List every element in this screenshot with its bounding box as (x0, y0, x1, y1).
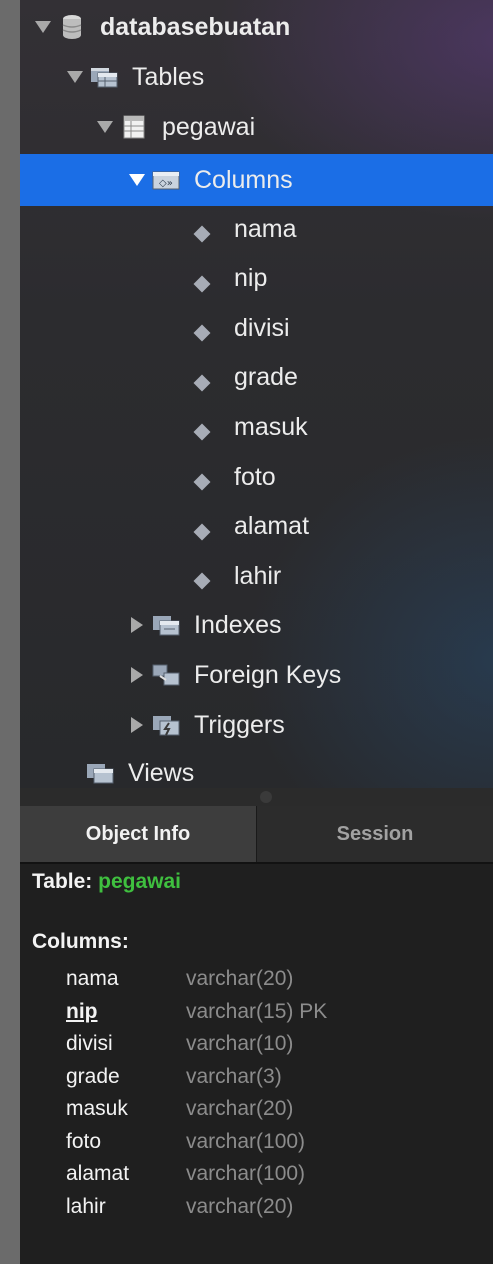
info-column-name: masuk (66, 1097, 128, 1120)
tree-item-views[interactable]: Views (20, 748, 493, 788)
indexes-icon (152, 612, 180, 638)
tree-item-column[interactable]: alamat (20, 502, 493, 552)
table-prefix: Table: (32, 870, 93, 893)
column-name: nama (234, 214, 297, 243)
database-name: databasebuatan (100, 12, 291, 41)
expand-arrow-icon[interactable] (64, 68, 86, 86)
info-column-name: grade (66, 1064, 120, 1088)
object-info-panel: Table: pegawai Columns: nama varchar(20) n… (20, 864, 493, 1264)
tree-item-column[interactable]: nip (20, 254, 493, 304)
info-column-name: nip (66, 999, 98, 1023)
tree-item-column[interactable]: nama (20, 204, 493, 254)
tree-item-triggers[interactable]: Triggers (20, 700, 493, 750)
column-diamond-icon (193, 423, 211, 441)
expand-arrow-icon[interactable] (126, 716, 148, 734)
column-name: lahir (234, 561, 282, 590)
table-name-value: pegawai (98, 870, 182, 893)
tree-item-column[interactable]: divisi (20, 303, 493, 353)
info-column-row: lahir varchar(20) (66, 1192, 293, 1222)
info-column-type: varchar(3) (186, 1064, 282, 1088)
info-column-type: varchar(20) (186, 967, 294, 990)
tree-item-column[interactable]: grade (20, 353, 493, 403)
expand-arrow-icon[interactable] (126, 616, 148, 634)
foreign-keys-label: Foreign Keys (194, 660, 342, 689)
column-name: foto (234, 462, 276, 491)
info-column-row: divisi varchar(10) (66, 1029, 293, 1059)
tree-item-columns[interactable]: ◇» Columns (20, 154, 493, 206)
tree-item-column[interactable]: foto (20, 452, 493, 502)
column-diamond-icon (193, 324, 211, 342)
columns-label: Columns (194, 165, 293, 194)
info-column-row: grade varchar(3) (66, 1062, 282, 1092)
tab-object-info[interactable]: Object Info (20, 806, 257, 862)
info-column-row: alamat varchar(100) (66, 1159, 305, 1189)
tree-item-column[interactable]: lahir (20, 551, 493, 601)
svg-text:◇»: ◇» (159, 178, 173, 189)
tree-item-table-pegawai[interactable]: pegawai (20, 102, 493, 152)
column-diamond-icon (193, 374, 211, 392)
info-column-type: varchar(100) (186, 1162, 306, 1185)
triggers-icon (152, 712, 180, 738)
tab-session[interactable]: Session (257, 806, 493, 862)
tables-label: Tables (132, 62, 205, 91)
column-diamond-icon (193, 473, 211, 491)
columns-folder-icon: ◇» (152, 167, 180, 193)
info-tabs: Object Info Session (20, 806, 493, 864)
column-name: divisi (234, 313, 290, 342)
info-column-row: nip varchar(15) PK (66, 997, 327, 1027)
info-column-name: divisi (66, 1032, 113, 1055)
info-column-name: lahir (66, 1194, 106, 1218)
column-name: alamat (234, 512, 310, 541)
info-column-type: varchar(20) (186, 1097, 294, 1120)
database-icon (58, 14, 86, 40)
expand-arrow-icon[interactable] (94, 118, 116, 136)
tables-folder-icon (90, 64, 118, 90)
column-name: grade (234, 363, 298, 392)
table-name: pegawai (162, 112, 256, 141)
splitter-handle[interactable] (260, 791, 272, 803)
info-column-name: alamat (66, 1162, 130, 1185)
column-diamond-icon (193, 523, 211, 541)
info-column-row: masuk varchar(20) (66, 1094, 293, 1124)
views-folder-icon (86, 760, 114, 786)
navigator-panel: databasebuatan Tables pegawai ◇» Columns… (20, 0, 493, 1264)
info-column-row: foto varchar(100) (66, 1127, 305, 1157)
expand-arrow-icon[interactable] (126, 171, 148, 189)
info-column-name: nama (66, 967, 119, 990)
info-column-type: varchar(10) (186, 1032, 294, 1055)
info-column-type: varchar(20) (186, 1194, 294, 1218)
column-diamond-icon (193, 225, 211, 243)
info-column-name: foto (66, 1129, 102, 1153)
table-info-line: Table: pegawai (32, 870, 181, 894)
columns-heading: Columns: (32, 930, 129, 953)
expand-arrow-icon[interactable] (32, 18, 54, 36)
tree-item-indexes[interactable]: Indexes (20, 600, 493, 650)
indexes-label: Indexes (194, 610, 282, 639)
table-icon (120, 114, 148, 140)
tree-item-database[interactable]: databasebuatan (20, 2, 493, 52)
tree-item-foreign-keys[interactable]: Foreign Keys (20, 650, 493, 700)
schema-tree[interactable]: databasebuatan Tables pegawai ◇» Columns… (20, 0, 493, 788)
info-column-type: varchar(15) PK (186, 999, 328, 1023)
column-diamond-icon (193, 572, 211, 590)
tree-item-column[interactable]: masuk (20, 402, 493, 452)
column-diamond-icon (193, 275, 211, 293)
panel-splitter[interactable] (20, 788, 493, 806)
views-label: Views (128, 758, 195, 787)
column-name: masuk (234, 412, 308, 441)
triggers-label: Triggers (194, 710, 285, 739)
tree-item-tables[interactable]: Tables (20, 52, 493, 102)
column-name: nip (234, 264, 268, 293)
expand-arrow-icon[interactable] (126, 666, 148, 684)
info-column-row: nama varchar(20) (66, 964, 293, 994)
foreign-keys-icon (152, 662, 180, 688)
info-column-type: varchar(100) (186, 1129, 306, 1153)
